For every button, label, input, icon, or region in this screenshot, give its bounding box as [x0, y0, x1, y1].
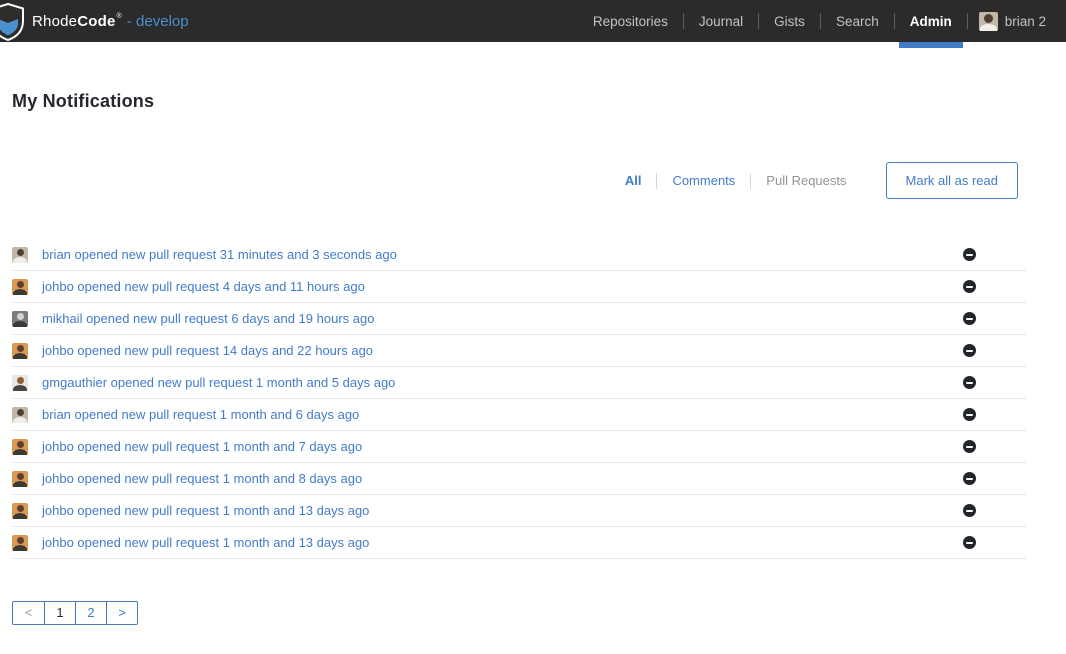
dismiss-notification-button[interactable]	[963, 344, 976, 357]
notification-row: johbo opened new pull request 4 days and…	[12, 271, 1026, 303]
minus-circle-icon	[963, 344, 976, 357]
avatar	[12, 407, 28, 423]
notification-filterbar: All Comments Pull Requests Mark all as r…	[0, 162, 1018, 199]
avatar	[12, 535, 28, 551]
nav-item-admin[interactable]: Admin	[906, 0, 956, 42]
dismiss-notification-button[interactable]	[963, 536, 976, 549]
nav-item-search[interactable]: Search	[832, 0, 883, 42]
minus-circle-icon	[963, 472, 976, 485]
nav-separator	[967, 13, 968, 29]
notification-row: johbo opened new pull request 1 month an…	[12, 431, 1026, 463]
notification-link[interactable]: johbo opened new pull request 1 month an…	[42, 535, 369, 550]
main-navigation: Repositories Journal Gists Search Admin …	[589, 0, 1046, 42]
nav-separator	[820, 13, 821, 29]
dismiss-notification-button[interactable]	[963, 504, 976, 517]
minus-circle-icon	[963, 376, 976, 389]
brand-name: RhodeCode®	[32, 13, 122, 30]
notification-link[interactable]: johbo opened new pull request 1 month an…	[42, 471, 362, 486]
user-avatar	[979, 12, 998, 31]
brand-branch-label: - develop	[127, 13, 189, 30]
avatar	[12, 311, 28, 327]
brand-link[interactable]: RhodeCode® - develop	[0, 0, 189, 42]
notification-link[interactable]: brian opened new pull request 1 month an…	[42, 407, 359, 422]
notification-row: johbo opened new pull request 1 month an…	[12, 463, 1026, 495]
avatar	[12, 439, 28, 455]
avatar	[12, 503, 28, 519]
minus-circle-icon	[963, 312, 976, 325]
pagination-prev[interactable]: <	[13, 602, 44, 624]
notification-link[interactable]: johbo opened new pull request 1 month an…	[42, 503, 369, 518]
dismiss-notification-button[interactable]	[963, 408, 976, 421]
notification-row: johbo opened new pull request 14 days an…	[12, 335, 1026, 367]
pagination-page-1[interactable]: 1	[44, 602, 75, 624]
notification-link[interactable]: johbo opened new pull request 4 days and…	[42, 279, 365, 294]
notification-row: brian opened new pull request 31 minutes…	[12, 239, 1026, 271]
nav-separator	[758, 13, 759, 29]
notification-row: johbo opened new pull request 1 month an…	[12, 527, 1026, 559]
pagination: < 1 2 >	[12, 601, 138, 625]
minus-circle-icon	[963, 536, 976, 549]
notification-link[interactable]: mikhail opened new pull request 6 days a…	[42, 311, 374, 326]
notification-link[interactable]: johbo opened new pull request 14 days an…	[42, 343, 373, 358]
notification-row: gmgauthier opened new pull request 1 mon…	[12, 367, 1026, 399]
avatar	[12, 471, 28, 487]
user-menu[interactable]: brian 2	[979, 12, 1046, 31]
notification-link[interactable]: gmgauthier opened new pull request 1 mon…	[42, 375, 395, 390]
filter-separator	[750, 173, 751, 189]
filter-all[interactable]: All	[625, 173, 642, 188]
page-title: My Notifications	[12, 91, 1066, 112]
avatar	[12, 247, 28, 263]
minus-circle-icon	[963, 504, 976, 517]
dismiss-notification-button[interactable]	[963, 248, 976, 261]
nav-item-gists[interactable]: Gists	[770, 0, 809, 42]
nav-separator	[683, 13, 684, 29]
dismiss-notification-button[interactable]	[963, 376, 976, 389]
dismiss-notification-button[interactable]	[963, 472, 976, 485]
dismiss-notification-button[interactable]	[963, 280, 976, 293]
notification-list: brian opened new pull request 31 minutes…	[12, 239, 1026, 559]
minus-circle-icon	[963, 408, 976, 421]
pagination-page-2[interactable]: 2	[75, 602, 106, 624]
avatar	[12, 375, 28, 391]
nav-separator	[894, 13, 895, 29]
nav-item-journal[interactable]: Journal	[695, 0, 747, 42]
dismiss-notification-button[interactable]	[963, 440, 976, 453]
filter-separator	[656, 173, 657, 189]
avatar	[12, 343, 28, 359]
notification-row: mikhail opened new pull request 6 days a…	[12, 303, 1026, 335]
nav-item-repositories[interactable]: Repositories	[589, 0, 672, 42]
filter-pull-requests[interactable]: Pull Requests	[766, 173, 846, 188]
notification-row: johbo opened new pull request 1 month an…	[12, 495, 1026, 527]
minus-circle-icon	[963, 440, 976, 453]
user-name: brian 2	[1005, 14, 1046, 29]
mark-all-as-read-button[interactable]: Mark all as read	[886, 162, 1018, 199]
rhodecode-logo-icon	[0, 0, 26, 42]
notification-row: brian opened new pull request 1 month an…	[12, 399, 1026, 431]
top-navbar: RhodeCode® - develop Repositories Journa…	[0, 0, 1066, 42]
notification-link[interactable]: brian opened new pull request 31 minutes…	[42, 247, 397, 262]
pagination-next[interactable]: >	[106, 602, 137, 624]
notification-link[interactable]: johbo opened new pull request 1 month an…	[42, 439, 362, 454]
minus-circle-icon	[963, 280, 976, 293]
dismiss-notification-button[interactable]	[963, 312, 976, 325]
avatar	[12, 279, 28, 295]
minus-circle-icon	[963, 248, 976, 261]
filter-comments[interactable]: Comments	[672, 173, 735, 188]
